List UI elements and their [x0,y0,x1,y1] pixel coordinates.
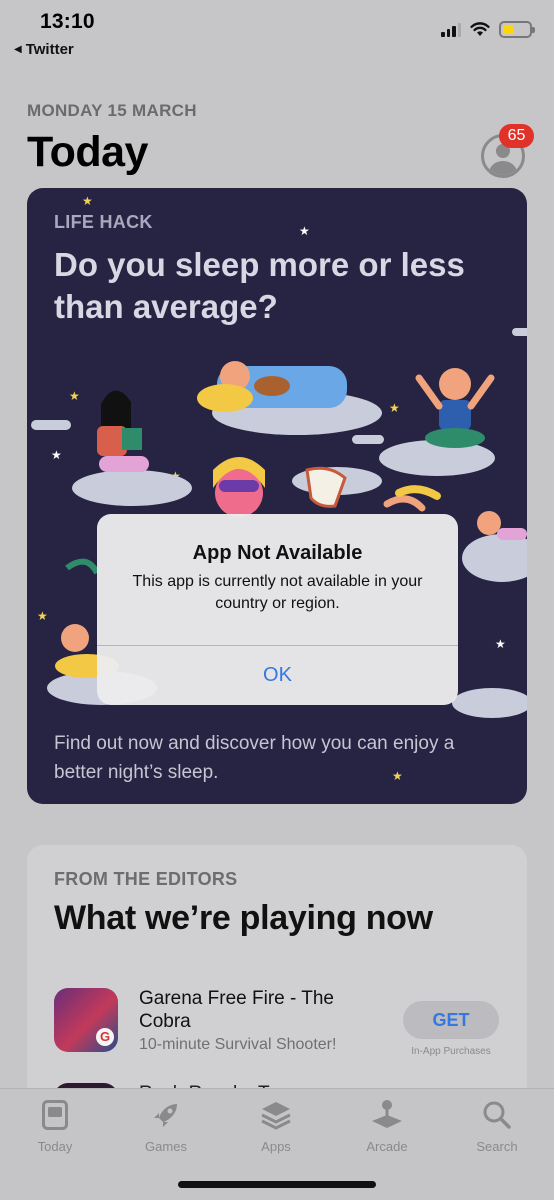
tab-arcade[interactable]: Arcade [342,1097,432,1154]
cellular-signal-icon [441,22,461,37]
tab-label: Arcade [366,1139,408,1154]
app-store-screen: 13:10 ◀ Twitter MONDAY 15 MARCH Today 65… [0,0,554,1200]
today-icon [10,1097,100,1133]
svg-text:★: ★ [299,224,310,238]
featured-story-card[interactable]: ★ ★ ★ ★ ★ ★ ★ ★ ★ [27,188,527,804]
layers-icon [231,1097,321,1133]
search-icon [452,1097,542,1133]
story-eyebrow: LIFE HACK [54,212,153,232]
app-not-available-alert: App Not Available This app is currently … [97,514,458,705]
wifi-icon [470,22,490,36]
tab-label: Search [476,1139,518,1154]
svg-text:★: ★ [69,389,80,403]
status-time: 13:10 [40,10,95,33]
status-icons [441,21,535,38]
tab-label: Apps [261,1139,291,1154]
svg-text:★: ★ [82,194,93,208]
story-body: Find out now and discover how you can en… [54,733,455,783]
back-app-label: Twitter [25,41,74,58]
page-title: Today [27,128,148,176]
editors-eyebrow: FROM THE EDITORS [54,869,238,889]
tab-label: Games [145,1139,187,1154]
editors-headline: What we’re playing now [54,899,433,937]
alert-ok-button[interactable]: OK [97,646,458,705]
in-app-purchases-note: In-App Purchases [411,1046,491,1057]
joystick-icon [342,1097,432,1133]
tab-search[interactable]: Search [452,1097,542,1154]
back-to-app-button[interactable]: ◀ Twitter [14,41,74,58]
svg-text:★: ★ [37,609,48,623]
tab-label: Today [37,1139,73,1154]
rocket-icon [121,1097,211,1133]
svg-text:★: ★ [495,637,506,651]
garena-logo-icon: G [96,1028,114,1046]
notification-badge: 65 [499,124,534,148]
alert-title: App Not Available [192,542,363,564]
app-name[interactable]: Garena Free Fire - The Cobra [139,987,359,1033]
alert-message: This app is currently not available in y… [132,573,423,612]
tab-today[interactable]: Today [10,1097,100,1154]
home-indicator[interactable] [178,1181,376,1188]
date-label: MONDAY 15 MARCH [27,101,197,120]
tab-apps[interactable]: Apps [231,1097,321,1154]
svg-text:★: ★ [51,448,62,462]
story-headline: Do you sleep more or less than average? [54,246,465,325]
back-triangle-icon: ◀ [14,44,22,55]
garena-app-icon[interactable]: G [54,988,118,1052]
tab-games[interactable]: Games [121,1097,211,1154]
battery-icon [499,21,535,38]
app-subtitle: 10-minute Survival Shooter! [139,1036,337,1053]
get-button[interactable]: GET [403,1001,499,1039]
svg-text:★: ★ [389,401,400,415]
